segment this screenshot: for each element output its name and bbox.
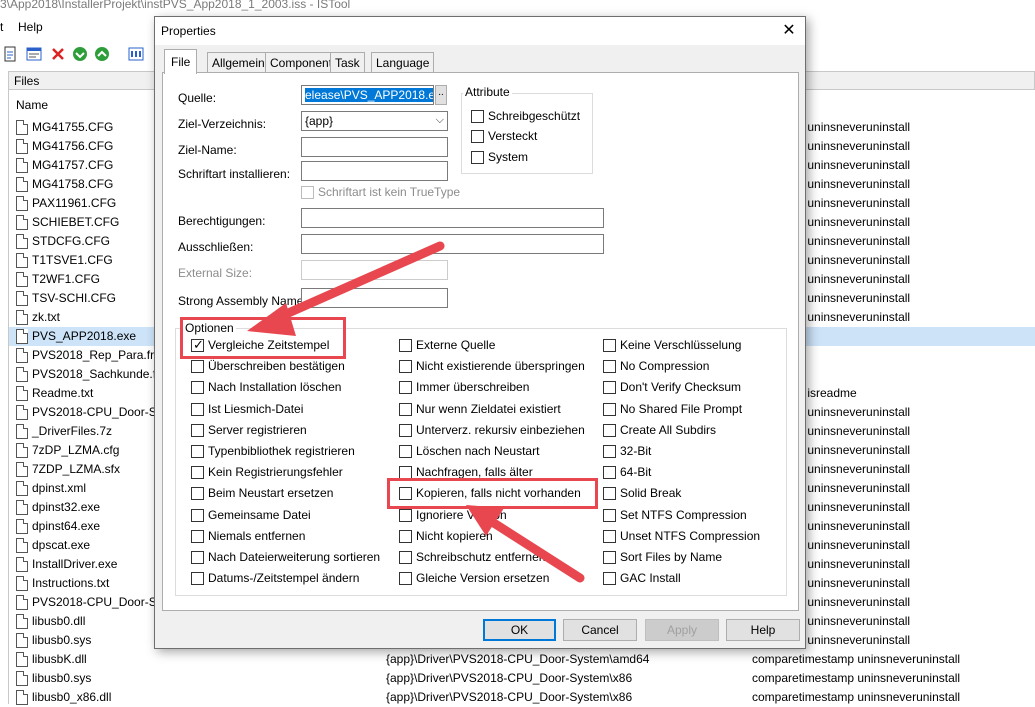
arrow-icon [466,505,585,583]
arrow-icon [247,241,445,336]
tab-file[interactable]: File [164,49,198,74]
annotation-arrows [247,241,585,583]
